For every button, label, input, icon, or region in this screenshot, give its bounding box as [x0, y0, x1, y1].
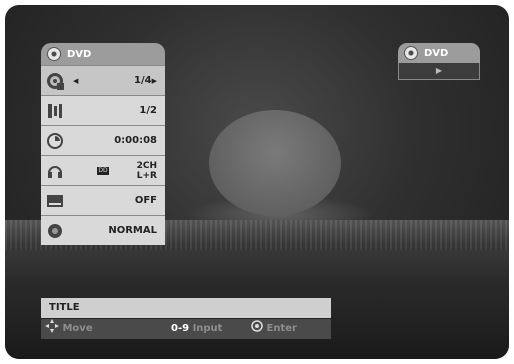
- sun-image: [209, 110, 341, 216]
- status-header: DVD: [398, 43, 480, 63]
- chapter-icon: [41, 97, 69, 125]
- title-value: 1/4▶: [134, 75, 157, 86]
- input-key: 0-9: [171, 323, 190, 334]
- menu-row-title[interactable]: ◀ 1/4▶: [41, 65, 165, 95]
- video-frame: DVD ◀ 1/4▶ 1/2 0:00:08 DD 2CH L+R OFF NO…: [5, 5, 509, 359]
- item-title-bar: TITLE: [41, 298, 331, 318]
- time-value: 0:00:08: [114, 135, 157, 146]
- disc-icon: [404, 46, 418, 60]
- enter-label: Enter: [266, 323, 297, 334]
- menu-row-audio[interactable]: DD 2CH L+R: [41, 155, 165, 185]
- menu-row-time[interactable]: 0:00:08: [41, 125, 165, 155]
- chapter-value: 1/2: [139, 105, 157, 116]
- menu-row-subtitle[interactable]: OFF: [41, 185, 165, 215]
- status-title: DVD: [424, 47, 449, 59]
- help-bar: Move 0-9 Input Enter: [41, 319, 331, 339]
- disc-icon: [47, 47, 61, 61]
- move-label: Move: [62, 323, 93, 334]
- move-arrows-icon: [45, 319, 59, 333]
- dvd-display-menu: DVD ◀ 1/4▶ 1/2 0:00:08 DD 2CH L+R OFF NO…: [41, 43, 165, 245]
- clock-icon: [41, 127, 69, 155]
- input-label: Input: [192, 323, 223, 334]
- menu-row-chapter[interactable]: 1/2: [41, 95, 165, 125]
- menu-title: DVD: [67, 48, 92, 60]
- headphones-icon: [41, 157, 69, 185]
- menu-row-sound[interactable]: NORMAL: [41, 215, 165, 245]
- enter-hint: Enter: [251, 319, 297, 339]
- subtitle-icon: [41, 187, 69, 215]
- title-disc-icon: [41, 67, 69, 95]
- menu-header: DVD: [41, 43, 165, 65]
- speaker-icon: [41, 217, 69, 245]
- enter-button-icon: [251, 320, 263, 332]
- play-icon: ▶: [398, 63, 480, 80]
- dolby-badge: DD: [97, 166, 109, 175]
- right-arrow-icon[interactable]: ▶: [152, 77, 157, 85]
- move-hint: Move: [45, 319, 93, 339]
- input-hint: 0-9 Input: [171, 319, 222, 339]
- left-arrow-icon[interactable]: ◀: [73, 77, 78, 85]
- audio-value: 2CH L+R: [136, 160, 157, 181]
- playback-status-box: DVD ▶: [398, 43, 480, 80]
- sound-value: NORMAL: [108, 225, 157, 236]
- subtitle-value: OFF: [134, 195, 157, 206]
